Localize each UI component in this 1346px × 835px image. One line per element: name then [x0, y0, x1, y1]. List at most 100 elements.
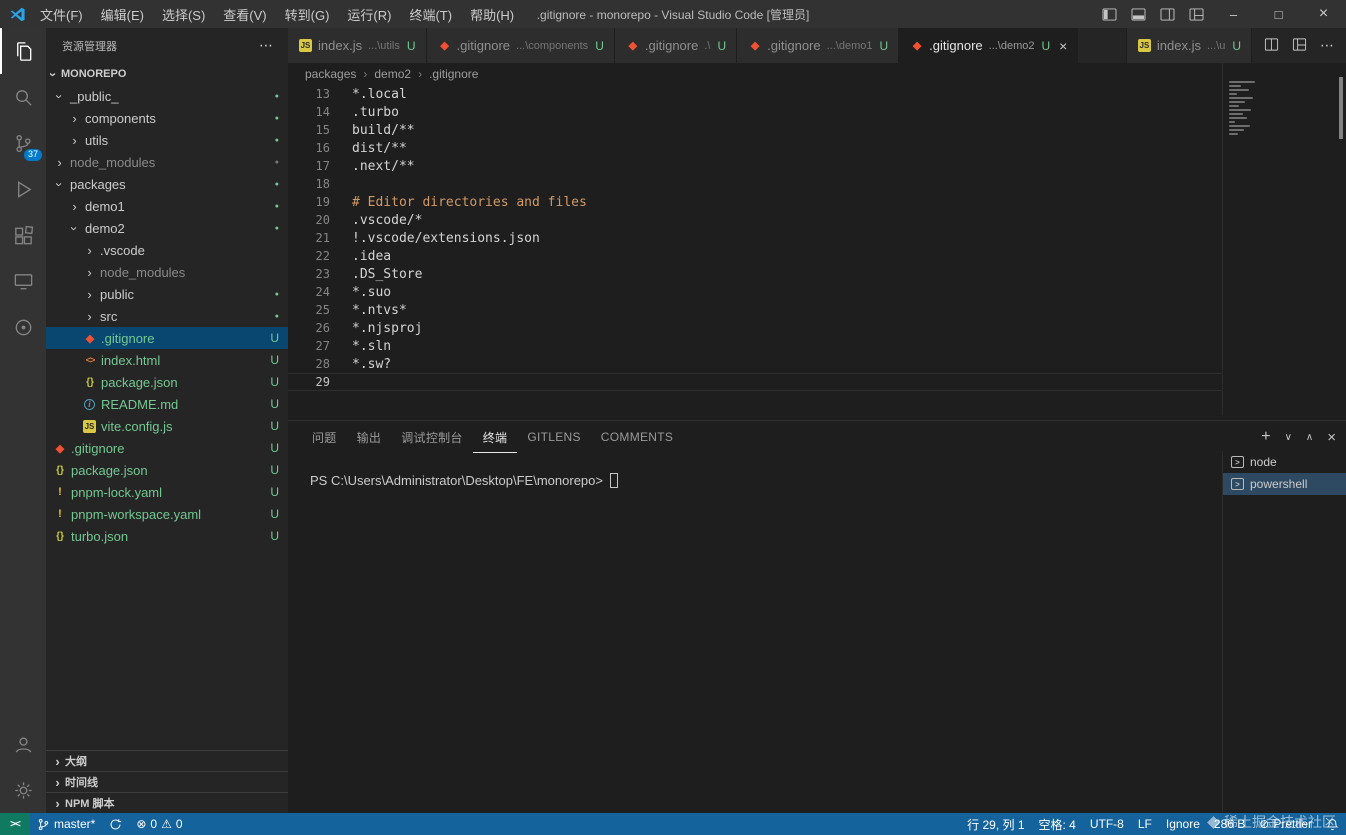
tree-item[interactable]: ! pnpm-workspace.yaml U [46, 503, 288, 525]
code-line[interactable]: 28 *.sw? [288, 355, 1222, 373]
editor-tab[interactable]: ◆ .gitignore ...\demo2 U × [899, 28, 1079, 63]
remote-explorer-icon[interactable] [0, 258, 46, 304]
status-item[interactable]: ⊘ Prettier [1252, 813, 1319, 835]
editor-tab[interactable]: ◆ .gitignore .\ U [614, 28, 738, 63]
menu-item[interactable]: 选择(S) [153, 0, 214, 28]
account-icon[interactable] [0, 721, 46, 767]
status-item[interactable]: 行 29, 列 1 [960, 813, 1031, 835]
more-actions-icon[interactable]: ⋯ [259, 37, 274, 54]
explorer-icon[interactable] [0, 28, 46, 74]
editor-tab[interactable]: ◆ .gitignore ...\demo1 U [737, 28, 900, 63]
editor-layout-icon[interactable] [1292, 37, 1307, 55]
menu-item[interactable]: 帮助(H) [461, 0, 523, 28]
panel-tab[interactable]: 输出 [347, 421, 392, 453]
menu-item[interactable]: 终端(T) [400, 0, 461, 28]
tree-item[interactable]: › demo2 ● [46, 217, 288, 239]
tree-item[interactable]: ◆ .gitignore U [46, 327, 288, 349]
new-terminal-icon[interactable]: + [1261, 428, 1270, 446]
code-line[interactable]: 20 .vscode/* [288, 211, 1222, 229]
maximize-panel-icon[interactable]: ∧ [1306, 432, 1313, 443]
code-line[interactable]: 27 *.sln [288, 337, 1222, 355]
status-item[interactable]: LF [1131, 813, 1159, 835]
scrollbar-thumb[interactable] [1339, 77, 1343, 139]
panel-tab[interactable]: 问题 [302, 421, 347, 453]
code-line[interactable]: 29 [288, 373, 1222, 391]
toggle-secondary-sidebar-icon[interactable] [1153, 0, 1182, 28]
terminal-dropdown-icon[interactable]: ∨ [1285, 432, 1292, 443]
breadcrumb-item[interactable]: packages [305, 67, 356, 81]
status-item[interactable]: UTF-8 [1083, 813, 1131, 835]
breadcrumb-item[interactable]: demo2 [374, 67, 411, 81]
panel-tab[interactable]: 调试控制台 [391, 421, 473, 453]
tree-item[interactable]: JS vite.config.js U [46, 415, 288, 437]
code-line[interactable]: 16 dist/** [288, 139, 1222, 157]
editor-tab[interactable]: JS index.js ...\u U [1126, 28, 1252, 63]
panel-tab[interactable]: GITLENS [517, 421, 590, 453]
workspace-root-row[interactable]: › MONOREPO [46, 63, 288, 85]
tree-item[interactable]: {} package.json U [46, 459, 288, 481]
tree-item[interactable]: ! pnpm-lock.yaml U [46, 481, 288, 503]
tree-item[interactable]: <> index.html U [46, 349, 288, 371]
live-server-icon[interactable] [0, 304, 46, 350]
tree-item[interactable]: › public ● [46, 283, 288, 305]
split-editor-icon[interactable] [1264, 37, 1279, 55]
toggle-panel-icon[interactable] [1124, 0, 1153, 28]
tree-item[interactable]: {} turbo.json U [46, 525, 288, 547]
code-line[interactable]: 24 *.suo [288, 283, 1222, 301]
close-panel-icon[interactable]: × [1327, 429, 1336, 446]
tree-item[interactable]: i README.md U [46, 393, 288, 415]
source-control-icon[interactable]: 37 [0, 120, 46, 166]
tree-item[interactable]: › utils ● [46, 129, 288, 151]
toggle-sidebar-icon[interactable] [1095, 0, 1124, 28]
search-icon[interactable] [0, 74, 46, 120]
code-line[interactable]: 22 .idea [288, 247, 1222, 265]
tree-item[interactable]: {} package.json U [46, 371, 288, 393]
code-line[interactable]: 26 *.njsproj [288, 319, 1222, 337]
more-actions-icon[interactable]: ⋯ [1320, 37, 1334, 54]
close-icon[interactable]: × [1059, 39, 1067, 53]
customize-layout-icon[interactable] [1182, 0, 1211, 28]
tree-item[interactable]: › .vscode [46, 239, 288, 261]
code-line[interactable]: 18 [288, 175, 1222, 193]
close-button[interactable]: × [1301, 0, 1346, 28]
terminal-session[interactable]: > powershell [1223, 473, 1346, 495]
sidebar-section[interactable]: › NPM 脚本 [46, 792, 288, 813]
terminal[interactable]: PS C:\Users\Administrator\Desktop\FE\mon… [310, 473, 618, 488]
panel-tab[interactable]: 终端 [473, 421, 518, 453]
run-debug-icon[interactable] [0, 166, 46, 212]
tree-item[interactable]: › components ● [46, 107, 288, 129]
tree-item[interactable]: › demo1 ● [46, 195, 288, 217]
panel-tab[interactable]: COMMENTS [591, 421, 683, 453]
breadcrumb-item[interactable]: .gitignore [429, 67, 478, 81]
menu-item[interactable]: 查看(V) [214, 0, 275, 28]
terminal-session[interactable]: > node [1223, 451, 1346, 473]
code-line[interactable]: 25 *.ntvs* [288, 301, 1222, 319]
menu-item[interactable]: 运行(R) [338, 0, 400, 28]
code-line[interactable]: 19 # Editor directories and files [288, 193, 1222, 211]
tree-item[interactable]: › src ● [46, 305, 288, 327]
remote-indicator[interactable]: >< [0, 813, 30, 835]
menu-item[interactable]: 文件(F) [31, 0, 92, 28]
code-line[interactable]: 15 build/** [288, 121, 1222, 139]
code-line[interactable]: 21 !.vscode/extensions.json [288, 229, 1222, 247]
editor-tab[interactable]: ◆ .gitignore ...\components U [426, 28, 615, 63]
menu-item[interactable]: 编辑(E) [92, 0, 153, 28]
tree-item[interactable]: › node_modules [46, 261, 288, 283]
git-branch-status[interactable]: master* [30, 813, 102, 835]
menu-item[interactable]: 转到(G) [276, 0, 339, 28]
code-line[interactable]: 23 .DS_Store [288, 265, 1222, 283]
tree-item[interactable]: › node_modules ● [46, 151, 288, 173]
status-item[interactable]: 空格: 4 [1032, 813, 1083, 835]
status-item[interactable]: 286 B [1207, 813, 1252, 835]
tree-item[interactable]: › _public_ ● [46, 85, 288, 107]
settings-gear-icon[interactable] [0, 767, 46, 813]
extensions-icon[interactable] [0, 212, 46, 258]
secondary-editor-group[interactable] [1222, 63, 1346, 415]
code-line[interactable]: 17 .next/** [288, 157, 1222, 175]
tree-item[interactable]: › packages ● [46, 173, 288, 195]
status-item[interactable]: Ignore [1159, 813, 1207, 835]
sync-button[interactable] [102, 813, 129, 835]
code-line[interactable]: 13 *.local [288, 85, 1222, 103]
tree-item[interactable]: ◆ .gitignore U [46, 437, 288, 459]
maximize-button[interactable]: □ [1256, 0, 1301, 28]
